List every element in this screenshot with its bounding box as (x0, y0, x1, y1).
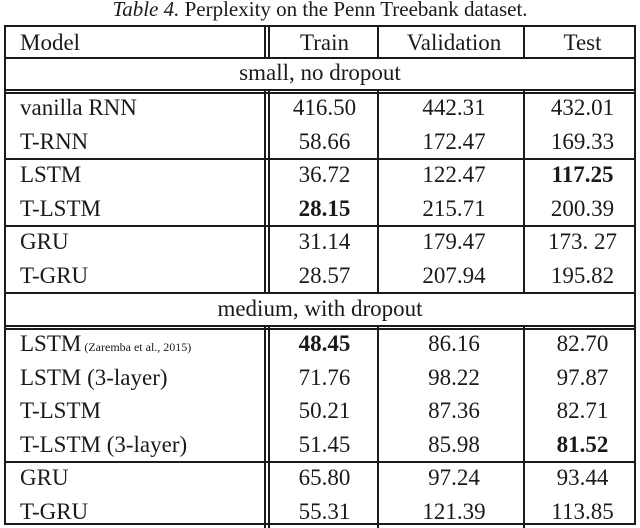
table-cell-train: 36.72 (298, 162, 351, 187)
table-cell-test: 82.70 (556, 331, 609, 356)
table-row-model: LSTM (3-layer) (20, 363, 168, 393)
column-rule (264, 223, 270, 292)
column-rule (264, 27, 270, 57)
model-name: T-LSTM (3-layer) (20, 431, 188, 457)
row-rule (6, 89, 634, 94)
column-rule (264, 156, 270, 225)
table-cell-validation: 179.47 (422, 229, 486, 254)
header-train: Train (300, 30, 349, 55)
section-title: small, no dropout (239, 60, 401, 85)
table-cell-test: 169.33 (550, 128, 615, 154)
model-citation: (Zaremba et al., 2015) (81, 340, 192, 354)
table-row-model: T-LSTM (20, 396, 101, 426)
column-rule (523, 459, 525, 528)
table-row-model: vanilla RNN (20, 93, 137, 123)
table-cell-train: 416.50 (292, 95, 357, 120)
table-cell-train: 48.45 (298, 331, 351, 356)
table-cell-test: 93.44 (556, 465, 609, 490)
caption-text: Perplexity on the Penn Treebank dataset. (179, 0, 528, 21)
model-name: T-LSTM (20, 195, 101, 221)
table-cell-train: 71.76 (298, 364, 351, 390)
column-rule (523, 89, 525, 158)
model-name: T-GRU (20, 498, 89, 524)
column-rule (523, 223, 525, 292)
column-rule (377, 89, 379, 158)
column-rule (377, 459, 379, 528)
table-cell-validation: 207.94 (422, 262, 486, 288)
header-validation: Validation (406, 30, 502, 55)
table-cell-test: 82.71 (556, 398, 609, 423)
table-cell-test: 81.52 (556, 431, 609, 457)
table-cell-train: 65.80 (298, 465, 351, 490)
table-cell-validation: 98.22 (428, 364, 480, 390)
table-cell-train: 28.15 (298, 195, 351, 221)
table-cell-test: 432.01 (550, 95, 615, 120)
column-rule (264, 459, 270, 528)
column-rule (264, 325, 270, 461)
table-row-model: T-GRU (20, 497, 88, 527)
column-rule (377, 223, 379, 292)
table-cell-test: 173. 27 (548, 229, 617, 254)
column-rule (377, 325, 379, 461)
model-name: T-GRU (20, 262, 89, 288)
table-row-model: T-LSTM (20, 194, 101, 224)
table-cell-train: 51.45 (298, 431, 351, 457)
model-name: LSTM (20, 162, 82, 187)
table-cell-test: 195.82 (550, 262, 615, 288)
table-cell-validation: 172.47 (422, 128, 486, 154)
table-cell-train: 50.21 (298, 398, 351, 423)
table-cell-test: 117.25 (551, 162, 614, 187)
column-rule (523, 325, 525, 461)
table-cell-train: 58.66 (298, 128, 351, 154)
row-rule (6, 325, 634, 330)
table-row-model: T-GRU (20, 261, 88, 291)
table-row-model: GRU (20, 463, 69, 493)
header-test: Test (563, 30, 602, 55)
header-model: Model (20, 30, 81, 55)
table-cell-train: 28.57 (298, 262, 351, 288)
table-caption: Table 4. Perplexity on the Penn Treebank… (0, 0, 640, 22)
table-cell-validation: 122.47 (422, 162, 486, 187)
model-name: T-RNN (20, 128, 89, 154)
table-cell-test: 113.85 (551, 498, 614, 524)
model-name: LSTM (3-layer) (20, 364, 168, 390)
table-row-model: LSTM (20, 160, 81, 190)
caption-label: Table 4. (112, 0, 180, 21)
table-row-model: T-RNN (20, 127, 88, 157)
model-name: LSTM (20, 331, 82, 356)
table-cell-validation: 215.71 (422, 195, 486, 221)
model-name: GRU (20, 465, 69, 490)
model-name: GRU (20, 229, 69, 254)
table-cell-test: 97.87 (556, 364, 609, 390)
table-cell-validation: 442.31 (422, 95, 486, 120)
model-name: T-LSTM (20, 398, 101, 423)
table-cell-validation: 85.98 (428, 431, 480, 457)
section-title: medium, with dropout (217, 296, 423, 321)
table-row-model: GRU (20, 227, 69, 257)
table-cell-validation: 121.39 (422, 498, 486, 524)
model-name: vanilla RNN (20, 95, 137, 120)
table-cell-train: 31.14 (298, 229, 351, 254)
column-rule (377, 156, 379, 225)
table-cell-validation: 86.16 (428, 331, 480, 356)
perplexity-table: Model Train Validation Test small, no dr… (4, 25, 636, 528)
column-rule (523, 27, 525, 57)
column-rule (377, 27, 379, 57)
table-row-model: LSTM (Zaremba et al., 2015) (20, 329, 191, 362)
table-row-model: T-LSTM (3-layer) (20, 430, 187, 460)
column-rule (523, 156, 525, 225)
table-cell-test: 200.39 (550, 195, 615, 221)
table-cell-validation: 97.24 (428, 465, 480, 490)
table-cell-validation: 87.36 (428, 398, 480, 423)
column-rule (264, 89, 270, 158)
table-cell-train: 55.31 (298, 498, 351, 524)
